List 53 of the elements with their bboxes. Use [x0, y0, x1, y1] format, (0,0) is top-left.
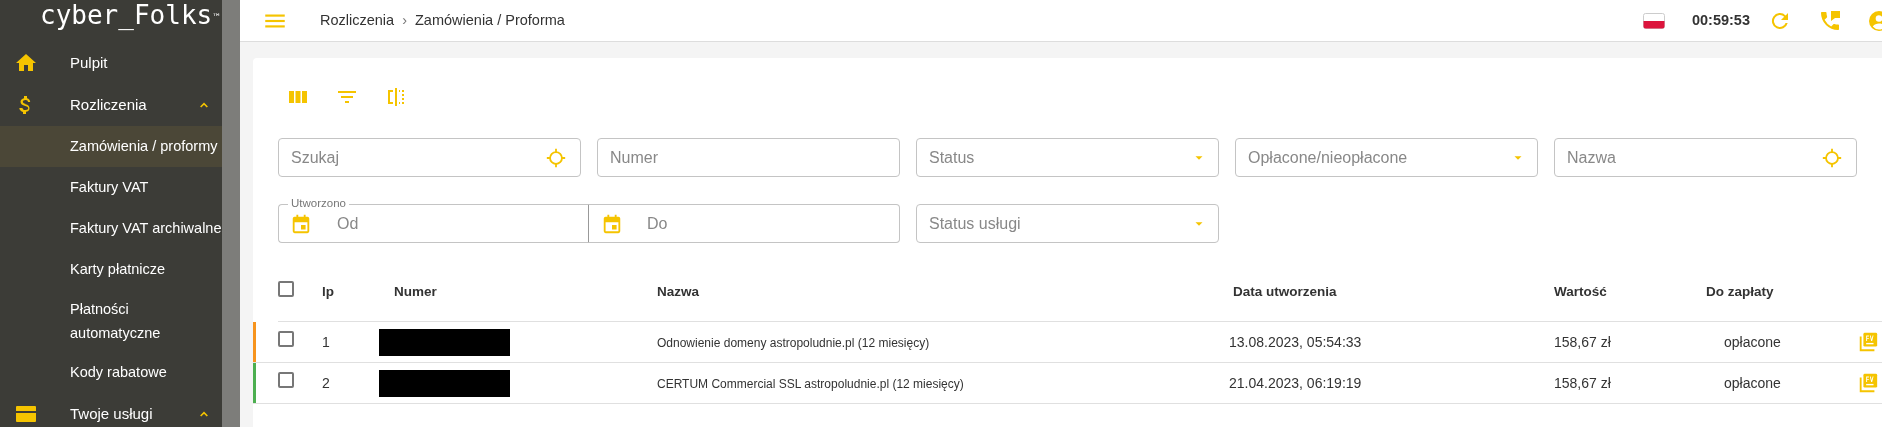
search-field[interactable]: Nazwa	[1554, 138, 1857, 177]
table-cell: opłacone	[1724, 374, 1781, 391]
column-header[interactable]: Numer	[394, 283, 437, 299]
input-field[interactable]: Numer	[597, 138, 900, 177]
table-cell: Odnowienie domeny astropoludnie.pl (12 miesięcy)	[657, 335, 930, 350]
column-header[interactable]: lp	[322, 283, 334, 299]
column-header[interactable]: Data utworzenia	[1233, 283, 1337, 299]
session-timer: 00:59:53	[1691, 10, 1750, 30]
phone-icon[interactable]	[1818, 8, 1842, 33]
select-all-checkbox[interactable]	[278, 280, 294, 297]
breadcrumb-link[interactable]: Rozliczenia	[320, 9, 395, 32]
row-checkbox[interactable]	[278, 372, 294, 388]
pdf-document-icon[interactable]	[1857, 331, 1879, 354]
table-cell: opłacone	[1724, 333, 1781, 350]
search-field[interactable]: Szukaj	[278, 138, 581, 177]
calendar-icon[interactable]	[290, 212, 312, 235]
sidebar-item[interactable]: Twoje usługi	[0, 393, 222, 427]
table-cell: 1	[322, 333, 330, 350]
sidebar-subitem[interactable]: Karty płatnicze	[0, 249, 222, 290]
trademark-mark: ™	[212, 11, 222, 22]
sidebar-item[interactable]: Rozliczenia	[0, 84, 222, 126]
dropdown-field[interactable]: Opłacone/nieopłacone	[1235, 138, 1538, 177]
row-checkbox[interactable]	[278, 331, 294, 347]
sidebar-subitem[interactable]: Faktury VAT	[0, 167, 222, 208]
calendar-icon[interactable]	[601, 212, 623, 235]
column-header[interactable]: Do zapłaty	[1706, 283, 1774, 299]
crosshair-icon	[1821, 146, 1843, 169]
breadcrumb-separator: ›	[402, 10, 407, 30]
logo-text: cyber_Folks	[40, 0, 213, 30]
pdf-document-icon[interactable]	[1857, 372, 1879, 395]
table-cell: 21.04.2023, 06:19:19	[1229, 374, 1362, 391]
breadcrumb-current: Zamówienia / Proforma	[415, 10, 565, 30]
scrollbar[interactable]	[222, 0, 240, 427]
table-cell: 158,67 zł	[1554, 374, 1611, 391]
dropdown-field[interactable]: Status	[916, 138, 1219, 177]
sidebar-item[interactable]: Pulpit	[0, 42, 222, 84]
table-row[interactable]: 1 Odnowienie domeny astropoludnie.pl (12 miesięcy) 13.08.2023, 05:54:33 158,67 zł opłacone	[253, 322, 1882, 363]
table-cell: CERTUM Commercial SSL astropoludnie.pl (12 miesięcy)	[657, 376, 964, 391]
sidebar-subitem[interactable]: Faktury VAT archiwalne	[0, 208, 222, 249]
sidebar-subitem[interactable]: Płatności automatyczne	[0, 290, 222, 352]
flag-icon[interactable]	[1642, 12, 1665, 29]
table-cell: 158,67 zł	[1554, 333, 1611, 350]
field-label: Utworzono	[288, 196, 349, 210]
table-cell: 2	[322, 374, 330, 391]
date-to-field[interactable]: Do	[589, 204, 900, 243]
crosshair-icon	[545, 146, 567, 169]
dropdown-field[interactable]: Status usługi	[916, 204, 1219, 243]
column-header[interactable]: Nazwa	[657, 283, 700, 299]
sidebar-subitem[interactable]: Zamówienia / proformy	[0, 126, 222, 167]
sidebar-subitem[interactable]: Kody rabatowe	[0, 352, 222, 393]
table-cell: 13.08.2023, 05:54:33	[1229, 333, 1362, 350]
column-header[interactable]: Wartość	[1554, 283, 1607, 299]
table-row[interactable]: 2 CERTUM Commercial SSL astropoludnie.pl (12 miesięcy) 21.04.2023, 06:19:19 158,67 zł opłacone	[253, 363, 1882, 404]
